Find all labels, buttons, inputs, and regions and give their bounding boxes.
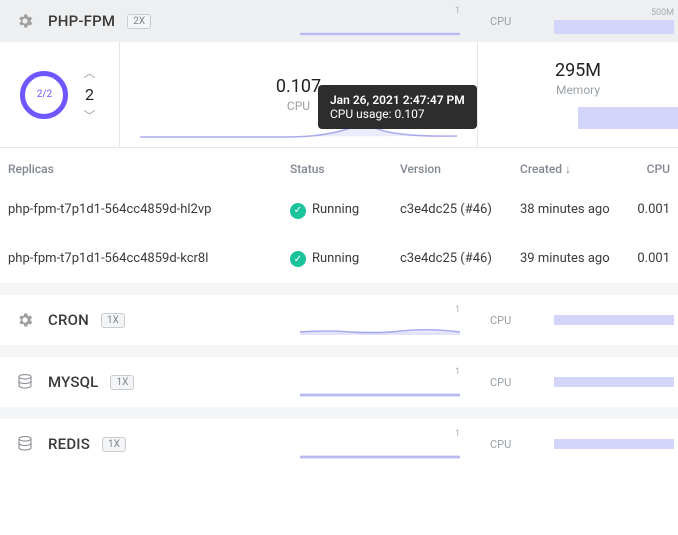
chevron-up-icon[interactable]: ︿ (80, 64, 98, 82)
replica-stepper[interactable]: ︿ 2 ﹀ (80, 64, 98, 125)
service-row-redis[interactable]: REDIS 1X 1 CPU (0, 419, 678, 469)
memory-value: 295M (555, 60, 601, 81)
col-created[interactable]: Created ↓ (520, 162, 630, 176)
memory-bar (554, 439, 674, 449)
service-name: MYSQL (48, 373, 98, 391)
cpu-sparkline: 1 (300, 367, 460, 397)
replica-count-badge: 1X (102, 437, 126, 452)
memory-detail-cell: 295M Memory (478, 42, 678, 147)
cpu-sparkline: 1 (300, 429, 460, 459)
status-ok-icon: ✓ (290, 251, 306, 267)
cpu-tooltip: Jan 26, 2021 2:47:47 PM CPU usage: 0.107 (318, 85, 477, 129)
memory-bar (554, 315, 674, 325)
replica-count-badge: 2X (127, 14, 151, 29)
replica-cpu: 0.001 (630, 202, 670, 219)
divider (0, 345, 678, 357)
cpu-label: CPU (490, 438, 511, 451)
replica-version: c3e4dc25 (#46) (400, 202, 520, 219)
replica-status: ✓Running (290, 251, 400, 268)
divider (0, 407, 678, 419)
memory-bar (554, 377, 674, 387)
memory-bar: 500M (554, 8, 674, 34)
memory-detail-bar (578, 107, 678, 129)
cpu-label: CPU (490, 314, 511, 327)
cpu-label: CPU (490, 376, 511, 389)
database-icon (16, 373, 34, 391)
service-row-phpfpm[interactable]: PHP-FPM 2X 1 CPU 500M (0, 0, 678, 42)
cpu-label: CPU (490, 15, 511, 28)
replica-version: c3e4dc25 (#46) (400, 251, 520, 268)
tooltip-value: CPU usage: 0.107 (330, 107, 465, 121)
col-replicas[interactable]: Replicas (0, 162, 290, 176)
service-name: PHP-FPM (48, 12, 115, 30)
replica-name: php-fpm-t7p1d1-564cc4859d-kcr8l (0, 251, 290, 268)
replica-table-header: Replicas Status Version Created ↓ CPU (0, 148, 678, 186)
replica-count: 2 (85, 82, 94, 107)
database-icon (16, 435, 34, 453)
replica-created: 39 minutes ago (520, 251, 630, 268)
service-row-cron[interactable]: CRON 1X 1 CPU (0, 295, 678, 345)
cpu-sparkline: 1 (300, 305, 460, 335)
replica-created: 38 minutes ago (520, 202, 630, 219)
replica-ring-cell: 2/2 ︿ 2 ﹀ (0, 42, 120, 147)
memory-detail-label: Memory (556, 83, 600, 97)
service-name: REDIS (48, 435, 90, 453)
replica-count-badge: 1X (101, 313, 125, 328)
col-cpu[interactable]: CPU (630, 162, 670, 176)
cpu-detail-label: CPU (287, 99, 310, 113)
table-row[interactable]: php-fpm-t7p1d1-564cc4859d-kcr8l ✓Running… (0, 235, 678, 284)
service-name: CRON (48, 311, 89, 329)
cpu-sparkline: 1 (300, 6, 460, 36)
gear-icon (16, 311, 34, 329)
table-row[interactable]: php-fpm-t7p1d1-564cc4859d-hl2vp ✓Running… (0, 186, 678, 235)
cpu-value: 0.107 (276, 76, 321, 97)
col-version[interactable]: Version (400, 162, 520, 176)
chevron-down-icon[interactable]: ﹀ (80, 107, 98, 125)
replica-cpu: 0.001 (630, 251, 670, 268)
sort-desc-icon: ↓ (565, 162, 571, 176)
tooltip-timestamp: Jan 26, 2021 2:47:47 PM (330, 93, 465, 107)
replica-count-badge: 1X (110, 375, 134, 390)
service-row-mysql[interactable]: MYSQL 1X 1 CPU (0, 357, 678, 407)
status-ok-icon: ✓ (290, 203, 306, 219)
replica-status: ✓Running (290, 202, 400, 219)
gear-icon (16, 12, 34, 30)
col-status[interactable]: Status (290, 162, 400, 176)
replica-ring: 2/2 (20, 71, 68, 119)
replica-name: php-fpm-t7p1d1-564cc4859d-hl2vp (0, 202, 290, 219)
divider (0, 283, 678, 295)
